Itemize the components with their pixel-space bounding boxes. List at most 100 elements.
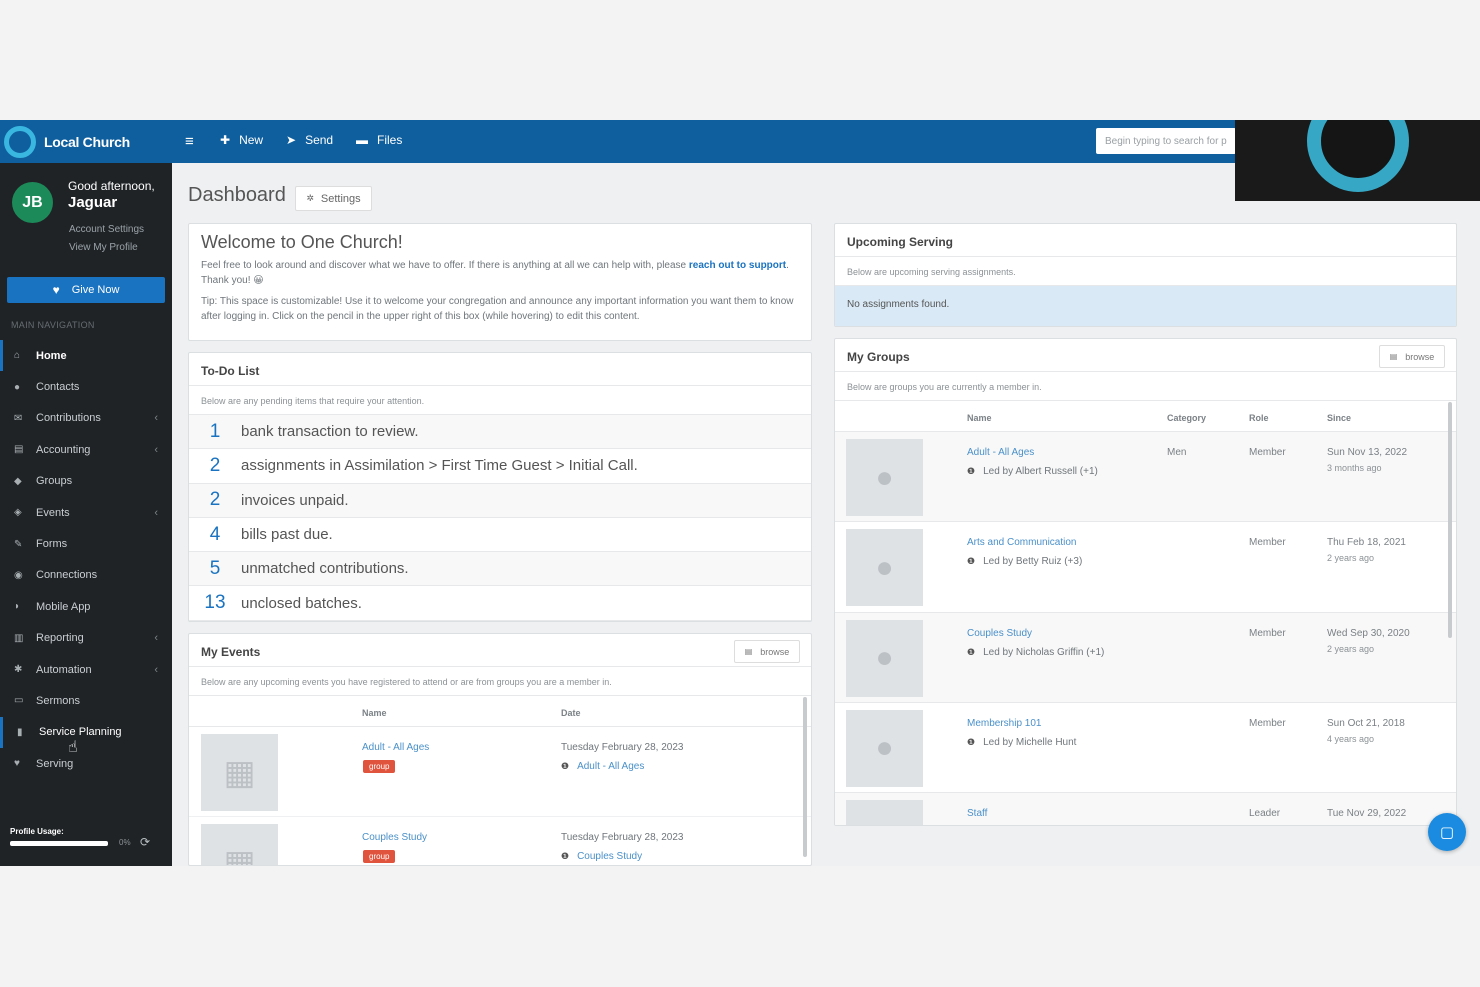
group-row: ●Staff❶Led by James Last (+1)LeaderTue N… bbox=[835, 793, 1456, 825]
todo-list: 1 bank transaction to review. 2 assignments… bbox=[189, 415, 811, 621]
events-browse-button[interactable]: ▤ browse bbox=[734, 640, 800, 663]
group-tag: group bbox=[363, 760, 396, 773]
cogs-icon: ✱ bbox=[14, 664, 23, 676]
user-icon: ● bbox=[14, 381, 21, 393]
settings-button[interactable]: ✲ Settings bbox=[295, 186, 372, 211]
todo-item[interactable]: 2 assignments in Assimilation > First Tim… bbox=[189, 449, 811, 484]
event-group-link[interactable]: Couples Study bbox=[577, 851, 642, 862]
send-label: Send bbox=[305, 133, 334, 147]
event-date: Tuesday February 28, 2023 bbox=[561, 832, 684, 843]
sidebar-item-mobile-app[interactable]: ◗ Mobile App bbox=[0, 591, 172, 622]
event-group-link[interactable]: Adult - All Ages bbox=[577, 761, 644, 772]
sidebar-item-label: Home bbox=[36, 349, 67, 362]
sidebar-item-sermons[interactable]: ▭ Sermons bbox=[0, 685, 172, 716]
give-now-button[interactable]: ♥ Give Now bbox=[7, 277, 165, 303]
sidebar-item-contributions[interactable]: ✉ Contributions ‹ bbox=[0, 403, 172, 434]
info-icon: ❶ bbox=[967, 736, 976, 747]
todo-item[interactable]: 1 bank transaction to review. bbox=[189, 415, 811, 450]
group-role: Member bbox=[1249, 447, 1286, 458]
event-group: ❶ Adult - All Ages bbox=[561, 761, 644, 772]
sidebar-item-groups[interactable]: ◆ Groups bbox=[0, 466, 172, 497]
todo-count: 13 bbox=[204, 592, 226, 614]
todo-item[interactable]: 2 invoices unpaid. bbox=[189, 483, 811, 518]
event-row: ▦ Couples Study group Tuesday February 28, … bbox=[189, 817, 811, 865]
event-name-link[interactable]: Adult - All Ages bbox=[362, 742, 429, 753]
brand-header[interactable]: Local Church bbox=[0, 120, 172, 163]
page-title: Dashboard bbox=[188, 184, 286, 206]
support-link[interactable]: reach out to support bbox=[689, 260, 786, 271]
groups-table: ● Adult - All Ages ❶ Led by Albert Russell … bbox=[835, 432, 1456, 825]
group-leader-text: Led by Albert Russell (+1) bbox=[983, 466, 1098, 477]
view-profile-link[interactable]: View My Profile bbox=[69, 242, 138, 253]
refresh-icon[interactable]: ⟳ bbox=[140, 835, 150, 849]
sidebar-item-label: Serving bbox=[36, 757, 74, 770]
event-date: Tuesday February 28, 2023 bbox=[561, 742, 684, 753]
todo-item[interactable]: 13 unclosed batches. bbox=[189, 586, 811, 621]
welcome-title: Welcome to One Church! bbox=[201, 232, 403, 252]
sidebar-item-serving[interactable]: ♥ Serving bbox=[0, 748, 172, 779]
main-content: Dashboard ✲ Settings Welcome to One Churc… bbox=[172, 163, 1480, 866]
chat-button[interactable]: ▢ bbox=[1428, 813, 1466, 851]
app-window: Local Church JB Good afternoon, Jaguar A… bbox=[0, 120, 1480, 866]
col-role: Role bbox=[1249, 413, 1269, 423]
event-group: ❶ Couples Study bbox=[561, 851, 642, 862]
avatar[interactable]: JB bbox=[12, 182, 53, 223]
group-row: ● Couples Study ❶ Led by Nicholas Griffin (… bbox=[835, 612, 1456, 703]
group-since-ago: 2 years ago bbox=[1327, 643, 1375, 654]
heart-icon: ♥ bbox=[14, 758, 20, 770]
group-since: Wed Sep 30, 2020 bbox=[1327, 627, 1410, 639]
sidebar-item-home[interactable]: ⌂ Home bbox=[0, 340, 172, 372]
group-name-link[interactable]: Adult - All Ages bbox=[967, 447, 1034, 458]
group-name-link[interactable]: Couples Study bbox=[967, 628, 1032, 639]
group-name-link[interactable]: Staff bbox=[967, 808, 987, 819]
group-name-link[interactable]: Membership 101 bbox=[967, 718, 1041, 729]
sidebar-item-forms[interactable]: ✎ Forms bbox=[0, 528, 172, 559]
sidebar-item-label: Forms bbox=[36, 538, 68, 551]
send-button[interactable]: ➤ Send bbox=[286, 133, 333, 147]
files-label: Files bbox=[377, 133, 403, 147]
sidebar-item-reporting[interactable]: ▥ Reporting ‹ bbox=[0, 623, 172, 654]
database-icon: ▥ bbox=[14, 632, 24, 644]
group-since: Thu Feb 18, 2021 bbox=[1327, 537, 1406, 549]
group-placeholder-icon: ● bbox=[846, 439, 923, 516]
event-name-link[interactable]: Couples Study bbox=[362, 832, 427, 843]
events-scrollbar[interactable] bbox=[803, 697, 807, 857]
book-icon: ▮ bbox=[17, 726, 23, 738]
search-input[interactable]: Begin typing to search for p bbox=[1096, 128, 1236, 154]
files-button[interactable]: ▬ Files bbox=[356, 133, 402, 147]
sidebar-item-automation[interactable]: ✱ Automation ‹ bbox=[0, 654, 172, 685]
groups-title: My Groups bbox=[847, 350, 910, 364]
sidebar-item-service-planning[interactable]: ▮ Service Planning bbox=[0, 716, 172, 749]
account-settings-link[interactable]: Account Settings bbox=[69, 224, 144, 235]
welcome-text: Feel free to look around and discover wh… bbox=[201, 259, 799, 288]
group-leader: ❶ Led by Betty Ruiz (+3) bbox=[967, 556, 1082, 567]
group-category: Men bbox=[1167, 447, 1187, 458]
todo-text: bills past due. bbox=[241, 526, 333, 544]
todo-item[interactable]: 5 unmatched contributions. bbox=[189, 552, 811, 587]
info-icon: ❶ bbox=[967, 556, 976, 567]
hamburger-icon: ≡ bbox=[185, 133, 194, 150]
col-date: Date bbox=[561, 708, 581, 718]
menu-toggle-button[interactable]: ≡ bbox=[185, 133, 194, 150]
col-name: Name bbox=[362, 708, 387, 718]
col-name: Name bbox=[967, 413, 992, 423]
rss-icon: ◗ bbox=[14, 601, 21, 613]
group-name-link[interactable]: Arts and Communication bbox=[967, 537, 1077, 548]
new-button[interactable]: ✚ New bbox=[220, 133, 263, 147]
sidebar-item-events[interactable]: ◈ Events ‹ bbox=[0, 497, 172, 528]
sidebar-item-connections[interactable]: ◉ Connections bbox=[0, 560, 172, 591]
brand-name: Local Church bbox=[44, 133, 130, 150]
sidebar-item-accounting[interactable]: ▤ Accounting ‹ bbox=[0, 434, 172, 465]
bank-icon: ▤ bbox=[14, 444, 24, 456]
group-since-ago: 2 months ago bbox=[1327, 824, 1382, 825]
groups-scrollbar[interactable] bbox=[1448, 402, 1452, 638]
sidebar-item-label: Accounting bbox=[36, 443, 91, 456]
home-icon: ⌂ bbox=[14, 350, 21, 362]
group-role: Member bbox=[1249, 537, 1286, 549]
group-leader-text: Led by Betty Ruiz (+3) bbox=[983, 556, 1083, 568]
group-since-ago: 4 years ago bbox=[1327, 733, 1375, 744]
video-overlay bbox=[1235, 120, 1480, 201]
sidebar-item-contacts[interactable]: ● Contacts bbox=[0, 371, 172, 402]
groups-browse-button[interactable]: ▤ browse bbox=[1379, 345, 1445, 368]
todo-item[interactable]: 4 bills past due. bbox=[189, 518, 811, 553]
